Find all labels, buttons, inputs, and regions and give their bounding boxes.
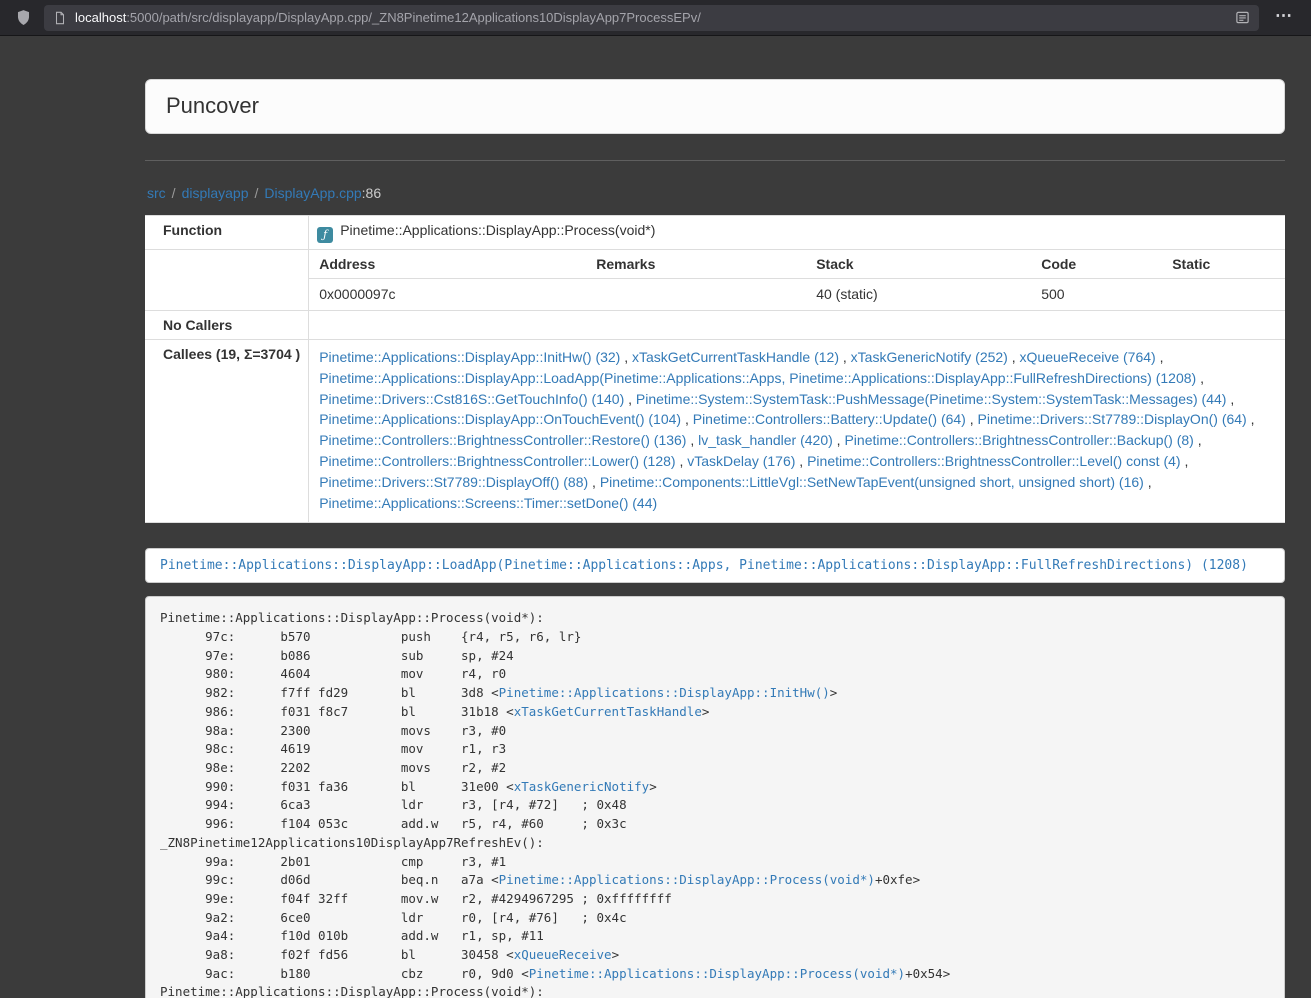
callees-list: Pinetime::Applications::DisplayApp::Init… bbox=[309, 340, 1285, 523]
tracking-protection-shield-icon[interactable] bbox=[10, 9, 36, 26]
breadcrumb-link-file[interactable]: DisplayApp.cpp bbox=[264, 185, 361, 201]
callees-row: Callees (19, Σ=3704 ) Pinetime::Applicat… bbox=[145, 340, 1285, 523]
breadcrumb-separator: / bbox=[172, 185, 176, 201]
static-value bbox=[1162, 279, 1285, 311]
disassembly: Pinetime::Applications::DisplayApp::Proc… bbox=[145, 596, 1285, 998]
page-content: Puncover src / displayapp / DisplayApp.cpp:8… bbox=[0, 37, 1311, 998]
page-title: Puncover bbox=[166, 93, 1264, 119]
code-value: 500 bbox=[1031, 279, 1162, 311]
callee-link[interactable]: Pinetime::Components::LittleVgl::SetNewT… bbox=[600, 474, 1144, 490]
metrics-table: Address Remarks Stack Code Static 0x0000… bbox=[309, 250, 1285, 310]
url-text: localhost:5000/path/src/displayapp/Displ… bbox=[75, 10, 1227, 25]
callee-link[interactable]: xTaskGenericNotify (252) bbox=[851, 349, 1008, 365]
metrics-row-label bbox=[145, 250, 309, 311]
app-header: Puncover bbox=[145, 79, 1285, 134]
callee-link[interactable]: Pinetime::Drivers::St7789::DisplayOn() (… bbox=[978, 411, 1247, 427]
asm-symbol-link[interactable]: Pinetime::Applications::DisplayApp::Proc… bbox=[499, 872, 875, 887]
asm-symbol-link[interactable]: Pinetime::Applications::DisplayApp::Init… bbox=[499, 685, 830, 700]
function-table: Function ƒPinetime::Applications::Displa… bbox=[145, 215, 1285, 523]
highlight-callee-link[interactable]: Pinetime::Applications::DisplayApp::Load… bbox=[160, 558, 1248, 573]
column-address: Address bbox=[309, 250, 586, 279]
metrics-row: Address Remarks Stack Code Static 0x0000… bbox=[145, 250, 1285, 311]
asm-symbol-link[interactable]: xTaskGetCurrentTaskHandle bbox=[514, 704, 702, 719]
address-value: 0x0000097c bbox=[309, 279, 586, 311]
divider bbox=[145, 160, 1285, 161]
url-host: localhost bbox=[75, 10, 126, 25]
breadcrumb-separator: / bbox=[255, 185, 259, 201]
callee-link[interactable]: Pinetime::Controllers::BrightnessControl… bbox=[807, 453, 1180, 469]
breadcrumb: src / displayapp / DisplayApp.cpp:86 bbox=[147, 185, 1285, 201]
callee-link[interactable]: xQueueReceive (764) bbox=[1020, 349, 1156, 365]
column-stack: Stack bbox=[806, 250, 1031, 279]
breadcrumb-line-number: :86 bbox=[362, 185, 381, 201]
callee-link[interactable]: Pinetime::Controllers::BrightnessControl… bbox=[319, 432, 686, 448]
callee-link[interactable]: Pinetime::Controllers::BrightnessControl… bbox=[844, 432, 1193, 448]
callee-link[interactable]: xTaskGetCurrentTaskHandle (12) bbox=[632, 349, 839, 365]
callee-link[interactable]: vTaskDelay (176) bbox=[687, 453, 795, 469]
url-bar[interactable]: localhost:5000/path/src/displayapp/Displ… bbox=[44, 5, 1259, 31]
overflow-menu-button[interactable]: ⋯ bbox=[1267, 3, 1301, 33]
no-callers-label: No Callers bbox=[145, 311, 309, 340]
callee-link[interactable]: Pinetime::Controllers::BrightnessControl… bbox=[319, 453, 675, 469]
breadcrumb-link-src[interactable]: src bbox=[147, 185, 166, 201]
callee-link[interactable]: lv_task_handler (420) bbox=[698, 432, 833, 448]
page-info-icon[interactable] bbox=[53, 11, 67, 25]
callee-link[interactable]: Pinetime::Controllers::Battery::Update()… bbox=[693, 411, 966, 427]
callees-label: Callees (19, Σ=3704 ) bbox=[145, 340, 309, 523]
column-static: Static bbox=[1162, 250, 1285, 279]
callee-link[interactable]: Pinetime::Applications::DisplayApp::Init… bbox=[319, 349, 620, 365]
callee-link[interactable]: Pinetime::Applications::Screens::Timer::… bbox=[319, 495, 657, 511]
remarks-value bbox=[586, 279, 806, 311]
function-icon: ƒ bbox=[317, 227, 333, 243]
url-path: :5000/path/src/displayapp/DisplayApp.cpp… bbox=[126, 10, 701, 25]
stack-value: 40 (static) bbox=[806, 279, 1031, 311]
asm-symbol-link[interactable]: Pinetime::Applications::DisplayApp::Proc… bbox=[529, 966, 905, 981]
metrics-header-row: Address Remarks Stack Code Static bbox=[309, 250, 1285, 279]
metrics-value-row: 0x0000097c 40 (static) 500 bbox=[309, 279, 1285, 311]
asm-symbol-link[interactable]: xTaskGenericNotify bbox=[514, 779, 649, 794]
breadcrumb-link-displayapp[interactable]: displayapp bbox=[182, 185, 249, 201]
asm-symbol-link[interactable]: xQueueReceive bbox=[514, 947, 612, 962]
function-row: Function ƒ Pinetime::Applications::Displa… bbox=[145, 216, 1285, 250]
highlight-box: Pinetime::Applications::DisplayApp::Load… bbox=[145, 548, 1285, 583]
function-signature: Pinetime::Applications::DisplayApp::Proc… bbox=[340, 222, 655, 238]
column-remarks: Remarks bbox=[586, 250, 806, 279]
reader-mode-icon[interactable] bbox=[1235, 10, 1250, 25]
browser-toolbar: localhost:5000/path/src/displayapp/Displ… bbox=[0, 0, 1311, 36]
function-label: Function bbox=[145, 216, 309, 250]
column-code: Code bbox=[1031, 250, 1162, 279]
callee-link[interactable]: Pinetime::Applications::DisplayApp::OnTo… bbox=[319, 411, 681, 427]
callee-link[interactable]: Pinetime::Applications::DisplayApp::Load… bbox=[319, 370, 1196, 386]
no-callers-row: No Callers bbox=[145, 311, 1285, 340]
callee-link[interactable]: Pinetime::System::SystemTask::PushMessag… bbox=[636, 391, 1227, 407]
callee-link[interactable]: Pinetime::Drivers::St7789::DisplayOff() … bbox=[319, 474, 588, 490]
callee-link[interactable]: Pinetime::Drivers::Cst816S::GetTouchInfo… bbox=[319, 391, 624, 407]
